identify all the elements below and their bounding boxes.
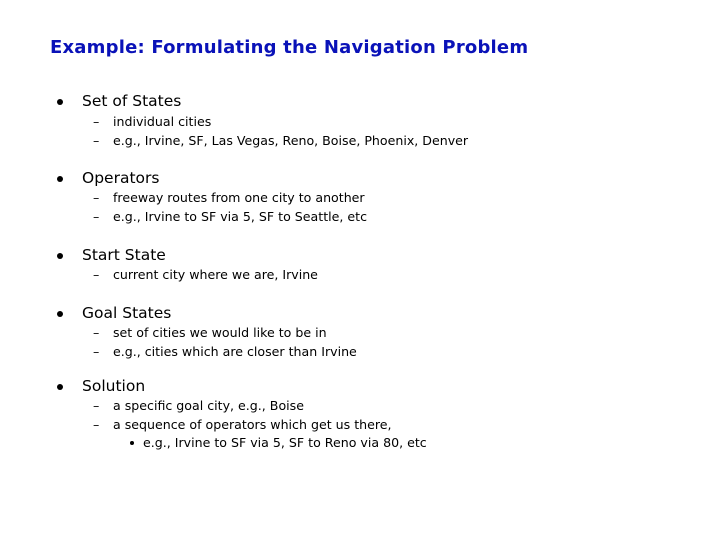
bullet-icon [57, 253, 63, 259]
list-item-text: individual cities [113, 114, 212, 129]
list-item: – a sequence of operators which get us th… [93, 417, 392, 432]
list-item-text: current city where we are, Irvine [113, 267, 318, 282]
dash-icon: – [93, 209, 100, 224]
dash-icon: – [93, 417, 100, 432]
list-item: – set of cities we would like to be in [93, 325, 327, 340]
section-heading-start-state: Start State [82, 246, 166, 264]
section-heading-solution: Solution [82, 377, 146, 395]
list-item-text: e.g., cities which are closer than Irvin… [113, 344, 357, 359]
section-heading-set-of-states: Set of States [82, 92, 182, 110]
list-item: – e.g., Irvine, SF, Las Vegas, Reno, Bois… [93, 133, 468, 148]
bullet-icon [57, 99, 63, 105]
bullet-icon [130, 440, 134, 445]
dash-icon: – [93, 267, 100, 282]
bullet-icon [57, 384, 63, 390]
dash-icon: – [93, 114, 100, 129]
sub-list-item: e.g., Irvine to SF via 5, SF to Reno via… [130, 435, 427, 450]
list-item-text: e.g., Irvine to SF via 5, SF to Seattle,… [113, 209, 367, 224]
list-item: – freeway routes from one city to another [93, 190, 365, 205]
list-item-text: a specific goal city, e.g., Boise [113, 398, 304, 413]
list-item-text: freeway routes from one city to another [113, 190, 365, 205]
list-item: – a specific goal city, e.g., Boise [93, 398, 304, 413]
section-heading-goal-states: Goal States [82, 304, 172, 322]
dash-icon: – [93, 398, 100, 413]
bullet-icon [57, 176, 63, 182]
sub-list-item-text: e.g., Irvine to SF via 5, SF to Reno via… [143, 435, 427, 450]
dash-icon: – [93, 344, 100, 359]
dash-icon: – [93, 325, 100, 340]
list-item: – current city where we are, Irvine [93, 267, 318, 282]
list-item-text: set of cities we would like to be in [113, 325, 327, 340]
dash-icon: – [93, 190, 100, 205]
slide-title: Example: Formulating the Navigation Prob… [50, 37, 529, 58]
bullet-icon [57, 311, 63, 317]
list-item: – individual cities [93, 114, 211, 129]
dash-icon: – [93, 133, 100, 148]
list-item-text: e.g., Irvine, SF, Las Vegas, Reno, Boise… [113, 133, 469, 148]
list-item-text: a sequence of operators which get us the… [113, 417, 392, 432]
list-item: – e.g., Irvine to SF via 5, SF to Seattle… [93, 209, 367, 224]
section-heading-operators: Operators [82, 169, 160, 187]
list-item: – e.g., cities which are closer than Irvi… [93, 344, 357, 359]
